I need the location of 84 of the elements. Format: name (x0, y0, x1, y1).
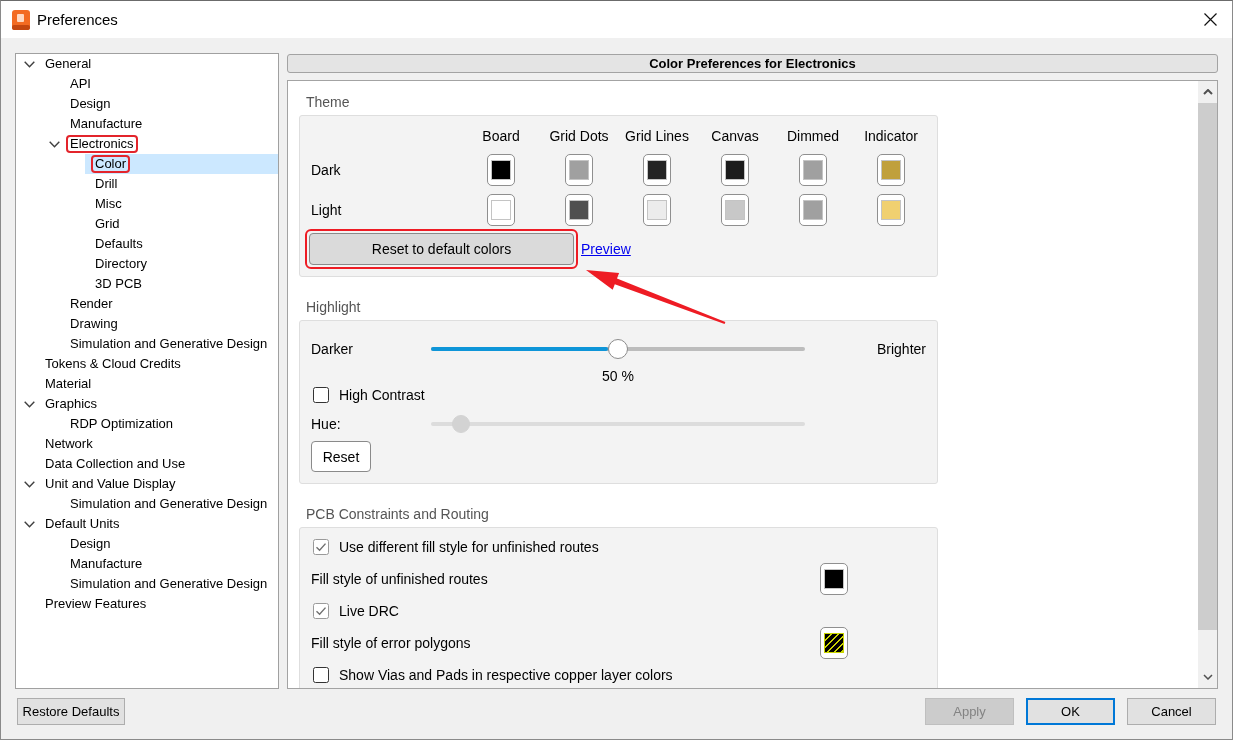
row-label: Dark (311, 161, 342, 180)
chevron-down-icon[interactable] (23, 400, 35, 408)
column-header: Canvas (710, 127, 760, 146)
tree-item[interactable]: Manufacture (66, 115, 147, 133)
reset-button[interactable]: Reset (311, 441, 371, 472)
checkbox-label: Use different fill style for unfinished routes (339, 539, 599, 555)
tree-item[interactable]: 3D PCB (91, 275, 146, 293)
tree-item[interactable]: Drill (91, 175, 122, 193)
color-picker-button[interactable] (643, 154, 671, 186)
tree-item[interactable]: Simulation and Generative Design (66, 335, 272, 353)
slider-thumb[interactable] (608, 339, 628, 359)
slider-min-label: Darker (311, 341, 354, 357)
color-picker-button[interactable] (643, 194, 671, 226)
tree-item[interactable]: Grid (91, 215, 124, 233)
tree-item[interactable]: Design (66, 95, 115, 113)
section-title: Theme (305, 94, 351, 110)
checkbox[interactable] (313, 387, 329, 403)
color-picker-button[interactable] (565, 194, 593, 226)
tree-item[interactable]: Data Collection and Use (41, 455, 190, 473)
tree-item[interactable]: Drawing (66, 315, 122, 333)
column-header: Indicator (863, 127, 919, 146)
chevron-down-icon[interactable] (23, 480, 35, 488)
color-picker-button[interactable] (799, 194, 827, 226)
tree-item[interactable]: Default Units (41, 515, 124, 533)
tree-item[interactable]: Tokens & Cloud Credits (41, 355, 185, 373)
tree-item[interactable]: Network (41, 435, 97, 453)
tree-item[interactable]: Simulation and Generative Design (66, 575, 272, 593)
tree-item[interactable]: Graphics (41, 395, 102, 413)
section-title: Highlight (305, 299, 362, 315)
hue-label: Hue: (311, 416, 342, 432)
column-header: Grid Lines (624, 127, 690, 146)
color-picker-button[interactable] (487, 194, 515, 226)
tree-item[interactable]: Material (41, 375, 96, 393)
chevron-down-icon[interactable] (23, 60, 35, 68)
setting-label: Fill style of unfinished routes (311, 571, 489, 587)
close-icon[interactable] (1204, 13, 1217, 26)
color-picker-button[interactable] (877, 154, 905, 186)
tree-item[interactable]: Color (91, 155, 131, 173)
tree-item[interactable]: Simulation and Generative Design (66, 495, 272, 513)
column-header: Board (481, 127, 521, 146)
column-header: Dimmed (785, 127, 841, 146)
dialog-button[interactable]: OK (1026, 698, 1115, 725)
window-title: Preferences (37, 11, 118, 28)
chevron-down-icon[interactable] (48, 140, 60, 148)
row-label: Light (311, 201, 343, 220)
checkbox-label: Show Vias and Pads in respective copper layer colors (339, 667, 673, 683)
reset-colors-button[interactable]: Reset to default colors (309, 233, 574, 265)
restore-defaults-button[interactable]: Restore Defaults (17, 698, 125, 725)
checkbox[interactable] (313, 667, 329, 683)
checkbox-label: Live DRC (339, 603, 399, 619)
panel-header: Color Preferences for Electronics (287, 54, 1218, 73)
tree-item[interactable]: RDP Optimization (66, 415, 178, 433)
chevron-down-icon[interactable] (23, 520, 35, 528)
preview-link[interactable]: Preview (581, 241, 631, 257)
tree-item[interactable]: Directory (91, 255, 151, 273)
tree-item[interactable]: Unit and Value Display (41, 475, 180, 493)
tree-item[interactable]: General (41, 55, 96, 73)
tree-item[interactable]: Preview Features (41, 595, 151, 613)
slider-max-label: Brighter (875, 341, 926, 357)
checkbox[interactable] (313, 603, 329, 619)
tree-item[interactable]: Render (66, 295, 117, 313)
color-picker-button[interactable] (721, 194, 749, 226)
fill-style-button[interactable] (820, 627, 848, 659)
fill-style-button[interactable] (820, 563, 848, 595)
setting-label: Fill style of error polygons (311, 635, 472, 651)
checkbox-label: High Contrast (339, 387, 425, 403)
tree-item[interactable]: Manufacture (66, 555, 147, 573)
checkbox[interactable] (313, 539, 329, 555)
tree-item[interactable]: Defaults (91, 235, 147, 253)
color-picker-button[interactable] (721, 154, 749, 186)
color-picker-button[interactable] (487, 154, 515, 186)
tree-item[interactable]: Misc (91, 195, 126, 213)
scroll-up-icon[interactable] (1202, 89, 1213, 95)
section-title: PCB Constraints and Routing (305, 506, 490, 522)
tree-item[interactable]: Design (66, 535, 115, 553)
dialog-button[interactable]: Cancel (1127, 698, 1216, 725)
color-picker-button[interactable] (877, 194, 905, 226)
slider-reading: 50 % (601, 367, 635, 385)
scroll-down-icon[interactable] (1202, 674, 1213, 680)
color-picker-button[interactable] (799, 154, 827, 186)
color-picker-button[interactable] (565, 154, 593, 186)
column-header: Grid Dots (548, 127, 610, 146)
tree-item[interactable]: API (66, 75, 95, 93)
app-icon (12, 9, 30, 30)
